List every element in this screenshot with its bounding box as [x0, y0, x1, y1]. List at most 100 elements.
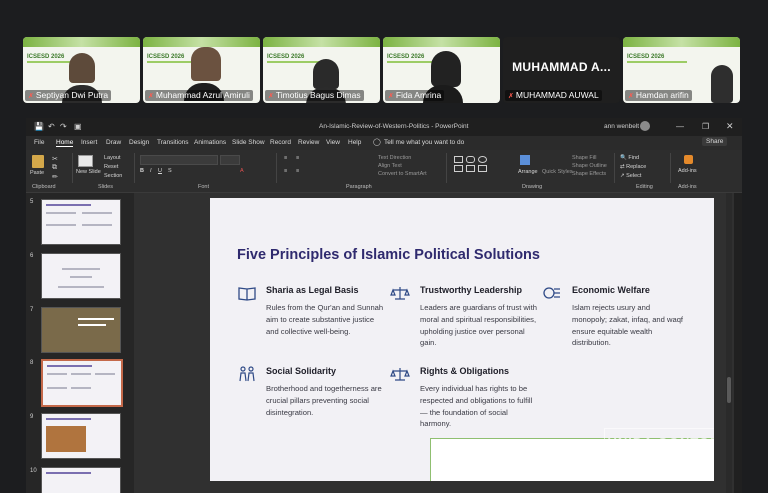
line-shape-icon[interactable] — [454, 165, 463, 172]
tell-me-search[interactable]: Tell me what you want to do — [384, 139, 464, 146]
triangle-shape-icon[interactable] — [478, 165, 487, 172]
addins-button[interactable]: Add-ins — [678, 168, 697, 174]
tab-record[interactable]: Record — [270, 139, 291, 146]
principle-body[interactable]: Islam rejects usury and monopoly; zakat,… — [572, 302, 684, 349]
principle-body[interactable]: Every individual has rights to be respec… — [420, 383, 538, 430]
convert-smartart-button[interactable]: Convert to SmartArt — [378, 171, 427, 177]
slide-thumbnail[interactable] — [41, 307, 121, 353]
principle-title[interactable]: Trustworthy Leadership — [420, 285, 522, 295]
format-painter-icon[interactable]: ✏ — [52, 173, 58, 181]
minimize-icon[interactable]: — — [676, 122, 684, 131]
new-slide-button[interactable]: New Slide — [76, 169, 101, 175]
slide-thumbnail[interactable] — [41, 199, 121, 245]
addins-label: Add-ins — [678, 184, 697, 190]
mic-muted-icon: ✗ — [148, 93, 154, 100]
tab-design[interactable]: Design — [129, 139, 149, 146]
copy-icon[interactable]: ⧉ — [52, 164, 57, 172]
bullets-icon[interactable]: ≡ — [284, 155, 287, 161]
shape-effects-button[interactable]: Shape Effects — [572, 171, 606, 177]
shape-fill-button[interactable]: Shape Fill — [572, 155, 596, 161]
principle-title[interactable]: Sharia as Legal Basis — [266, 285, 359, 295]
scrollbar-thumb[interactable] — [727, 377, 731, 403]
tab-view[interactable]: View — [326, 139, 340, 146]
close-icon[interactable]: ✕ — [726, 121, 734, 132]
underline-icon[interactable]: U — [158, 168, 162, 174]
share-button[interactable]: Share — [702, 137, 728, 146]
arrange-button[interactable]: Arrange — [518, 169, 538, 175]
principle-title[interactable]: Economic Welfare — [572, 285, 650, 295]
paragraph-label: Paragraph — [346, 184, 372, 190]
oval-shape-icon[interactable] — [478, 156, 487, 163]
rectangle-shape-icon[interactable] — [454, 156, 463, 163]
font-size-dropdown[interactable] — [220, 155, 240, 165]
tab-review[interactable]: Review — [298, 139, 319, 146]
participant-tile[interactable]: ICSESD 2026 ✗ Fida Amrina — [383, 37, 500, 103]
principle-title[interactable]: Social Solidarity — [266, 366, 336, 376]
shape-outline-button[interactable]: Shape Outline — [572, 163, 607, 169]
tab-transitions[interactable]: Transitions — [157, 139, 189, 146]
italic-icon[interactable]: I — [150, 168, 152, 174]
present-icon[interactable]: ▣ — [74, 122, 82, 131]
font-name-dropdown[interactable] — [140, 155, 218, 165]
slide-thumbnail[interactable] — [41, 413, 121, 459]
align-left-icon[interactable]: ≡ — [284, 168, 287, 174]
avatar[interactable] — [640, 121, 650, 131]
principle-body[interactable]: Rules from the Qur'an and Sunnah aim to … — [266, 302, 388, 337]
clipboard-group: Paste ✂ ⧉ ✏ — [28, 153, 73, 183]
slide-thumbnail[interactable] — [41, 253, 121, 299]
participant-video — [313, 59, 339, 89]
slide-thumbnail-selected[interactable] — [41, 359, 123, 407]
slide-number: 6 — [30, 253, 34, 259]
section-button[interactable]: Section — [104, 173, 122, 179]
arrow-shape-icon[interactable] — [466, 165, 475, 172]
tab-draw[interactable]: Draw — [106, 139, 121, 146]
principle-title[interactable]: Rights & Obligations — [420, 366, 509, 376]
participant-name: ✗ MUHAMMAD AUWAL — [505, 90, 602, 101]
reset-button[interactable]: Reset — [104, 164, 118, 170]
paste-icon[interactable] — [32, 155, 44, 168]
arrange-icon[interactable] — [520, 155, 530, 165]
slide[interactable]: Five Principles of Islamic Political Sol… — [210, 198, 714, 481]
participant-tile[interactable]: ICSESD 2026 ✗ Septiyan Dwi Putra — [23, 37, 140, 103]
save-icon[interactable]: 💾 — [34, 122, 44, 131]
font-color-icon[interactable]: A — [240, 168, 244, 174]
rounded-shape-icon[interactable] — [466, 156, 475, 163]
addins-icon[interactable] — [684, 155, 693, 164]
participant-name: ✗ Timotius Bagus Dimas — [265, 90, 364, 101]
mic-muted-icon: ✗ — [508, 93, 514, 100]
participant-tile[interactable]: ICSESD 2026 ✗ Hamdan arifin — [623, 37, 740, 103]
tab-insert[interactable]: Insert — [81, 139, 97, 146]
new-slide-icon[interactable] — [78, 155, 93, 167]
quick-styles-button[interactable]: Quick Styles — [542, 169, 573, 175]
principle-body[interactable]: Leaders are guardians of trust with mora… — [420, 302, 538, 349]
text-direction-button[interactable]: Text Direction — [378, 155, 411, 161]
paste-button[interactable]: Paste — [30, 170, 44, 176]
select-button[interactable]: ↗ Select — [620, 173, 641, 179]
replace-button[interactable]: ⇄ Replace — [620, 164, 646, 170]
redo-icon[interactable]: ↷ — [60, 122, 67, 131]
principle-body[interactable]: Brotherhood and togetherness are crucial… — [266, 383, 382, 418]
numbering-icon[interactable]: ≡ — [296, 155, 299, 161]
participant-tile[interactable]: ICSESD 2026 ✗ Muhammad Azrul Amiruli — [143, 37, 260, 103]
tab-home[interactable]: Home — [56, 139, 74, 147]
user-name[interactable]: ann wenbelt — [604, 123, 639, 130]
align-center-icon[interactable]: ≡ — [296, 168, 299, 174]
find-button[interactable]: 🔍 Find — [620, 155, 639, 161]
balance-icon — [390, 368, 410, 381]
tab-file[interactable]: File — [34, 139, 44, 146]
tab-animations[interactable]: Animations — [194, 139, 226, 146]
layout-button[interactable]: Layout — [104, 155, 121, 161]
tab-help[interactable]: Help — [348, 139, 361, 146]
strikethrough-icon[interactable]: S — [168, 168, 172, 174]
cut-icon[interactable]: ✂ — [52, 155, 58, 163]
participant-tile[interactable]: ICSESD 2026 ✗ Timotius Bagus Dimas — [263, 37, 380, 103]
undo-icon[interactable]: ↶ — [48, 122, 55, 131]
bold-icon[interactable]: B — [140, 168, 144, 174]
restore-icon[interactable]: ❐ — [702, 122, 709, 131]
vertical-scrollbar[interactable] — [726, 193, 732, 493]
slide-thumbnail[interactable] — [41, 467, 121, 493]
title-bar: 💾 ↶ ↷ ▣ An-Islamic-Review-of-Western-Pol… — [26, 118, 742, 136]
tab-slide-show[interactable]: Slide Show — [232, 139, 265, 146]
align-text-button[interactable]: Align Text — [378, 163, 402, 169]
slide-title[interactable]: Five Principles of Islamic Political Sol… — [237, 247, 540, 263]
